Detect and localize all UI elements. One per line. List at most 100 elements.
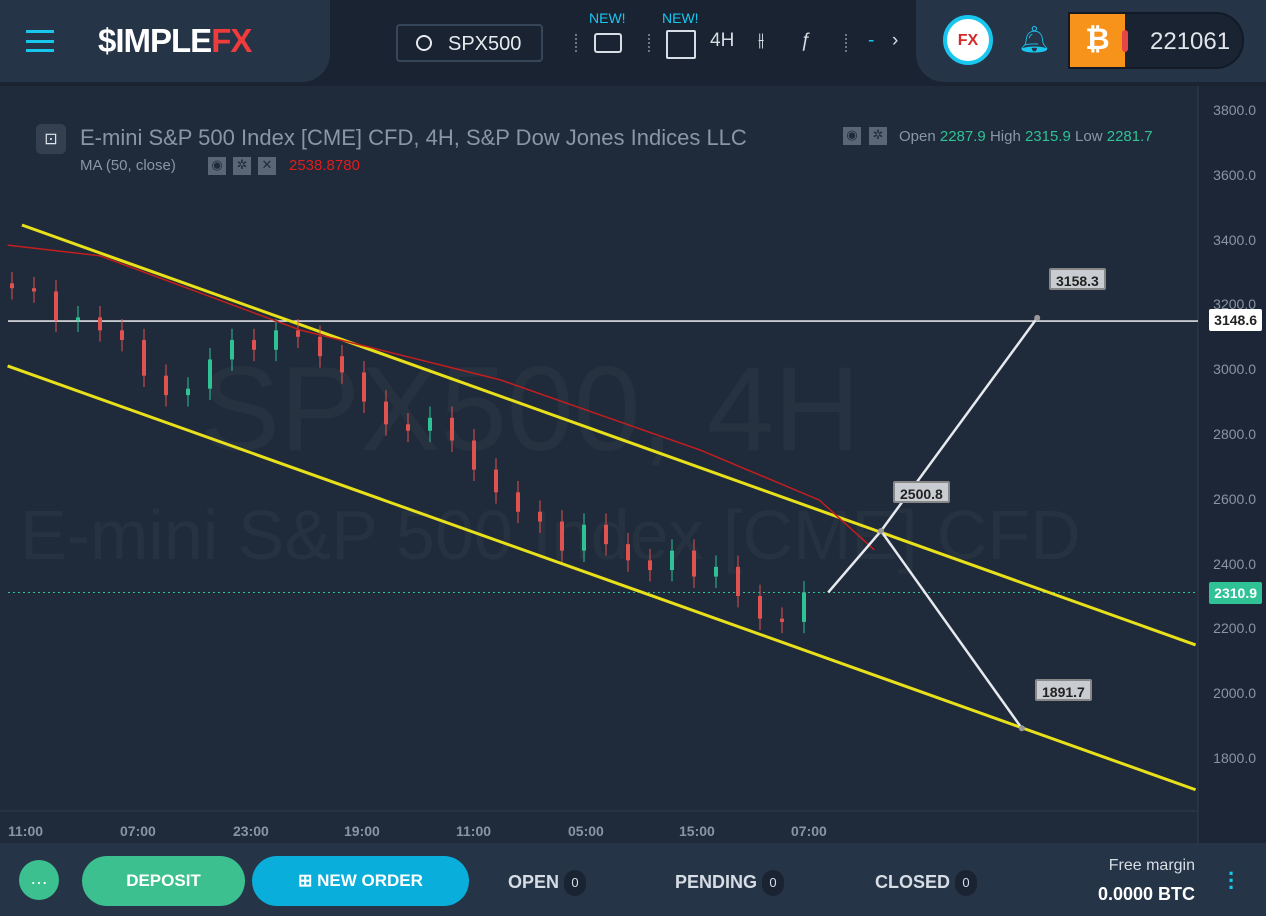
bar-style-icon[interactable]: ⫲ bbox=[758, 30, 764, 52]
camera-icon[interactable] bbox=[594, 33, 622, 53]
indicators-icon[interactable]: ƒ bbox=[800, 30, 811, 52]
toolbar-separator bbox=[648, 34, 650, 52]
candle-body bbox=[54, 291, 58, 321]
logo-text-accent: FX bbox=[211, 22, 252, 59]
tab-closed[interactable]: CLOSED 0 bbox=[875, 870, 978, 896]
candle-body bbox=[626, 544, 630, 561]
layout-icon[interactable] bbox=[666, 30, 696, 59]
more-menu-icon[interactable]: · · · bbox=[1228, 863, 1235, 899]
count-badge: 0 bbox=[564, 870, 587, 896]
new-badge: NEW! bbox=[662, 10, 699, 26]
candle-body bbox=[538, 511, 542, 522]
low-value: 2281.7 bbox=[1106, 128, 1153, 145]
candle-body bbox=[318, 336, 322, 357]
price-axis bbox=[1198, 86, 1266, 843]
bitcoin-icon: ₿ bbox=[1070, 14, 1125, 67]
price-tick: 2200.0 bbox=[1213, 620, 1256, 637]
gear-icon[interactable]: ✲ bbox=[869, 127, 887, 145]
candle-body bbox=[780, 618, 784, 622]
ma-line bbox=[7, 244, 875, 551]
symbol-search[interactable]: SPX500 bbox=[396, 24, 543, 62]
chevron-right-icon[interactable]: › bbox=[892, 30, 898, 52]
account-avatar[interactable]: FX bbox=[943, 15, 993, 65]
gear-icon[interactable]: ✲ bbox=[233, 157, 251, 175]
projection-point bbox=[1034, 314, 1041, 321]
menu-icon[interactable] bbox=[26, 30, 54, 52]
chat-icon[interactable]: … bbox=[19, 860, 59, 900]
candle-body bbox=[252, 340, 256, 350]
search-icon bbox=[416, 35, 432, 51]
high-label: High bbox=[989, 128, 1021, 145]
eye-icon[interactable]: ◉ bbox=[843, 127, 861, 145]
chart-title: E-mini S&P 500 Index [CME] CFD, 4H, S&P … bbox=[80, 125, 747, 150]
interval-button[interactable]: 4H bbox=[710, 30, 734, 52]
candle-body bbox=[472, 440, 476, 470]
avatar-text: FX bbox=[957, 32, 979, 49]
deposit-button[interactable]: DEPOSIT bbox=[82, 856, 245, 906]
count-badge: 0 bbox=[955, 870, 978, 896]
time-tick: 07:00 bbox=[120, 823, 156, 839]
candle-body bbox=[230, 340, 234, 360]
candle-body bbox=[494, 469, 498, 493]
price-tick: 3600.0 bbox=[1213, 166, 1256, 183]
new-badge: NEW! bbox=[589, 10, 626, 26]
candle-body bbox=[98, 317, 102, 331]
projection-point bbox=[1018, 725, 1025, 732]
toolbar-separator bbox=[845, 34, 847, 52]
price-tick: 2600.0 bbox=[1213, 490, 1256, 507]
price-tick: 1800.0 bbox=[1213, 750, 1256, 766]
low-label: Low bbox=[1075, 128, 1103, 145]
logo-text: $IMPLE bbox=[98, 22, 212, 59]
eye-icon[interactable]: ◉ bbox=[208, 157, 226, 175]
horizontal-level-label: 3148.6 bbox=[1209, 309, 1262, 331]
candle-body bbox=[450, 417, 454, 441]
balance-widget[interactable]: ₿ 221061 bbox=[1068, 12, 1244, 69]
balance-value: 221061 bbox=[1150, 28, 1231, 55]
candle-body bbox=[560, 521, 564, 551]
tab-open[interactable]: OPEN 0 bbox=[508, 870, 587, 896]
candle-body bbox=[648, 560, 652, 571]
channel-lower-line bbox=[7, 364, 1197, 792]
price-tick: 2400.0 bbox=[1213, 555, 1256, 572]
target-label-mid: 2500.8 bbox=[893, 481, 950, 503]
candle-body bbox=[736, 566, 740, 596]
candle-body bbox=[670, 550, 674, 571]
candle-body bbox=[274, 330, 278, 350]
candle-body bbox=[120, 330, 124, 341]
candle-body bbox=[186, 388, 190, 396]
projection-down-line bbox=[879, 530, 1023, 730]
candle-body bbox=[758, 596, 762, 619]
simplefx-logo[interactable]: $IMPLEFX bbox=[98, 22, 252, 60]
target-label-up: 3158.3 bbox=[1049, 268, 1106, 290]
tab-pending[interactable]: PENDING 0 bbox=[675, 870, 785, 896]
time-tick: 11:00 bbox=[456, 823, 492, 839]
toolbar-separator bbox=[575, 34, 577, 52]
close-icon[interactable]: ✕ bbox=[258, 157, 276, 175]
candle-body bbox=[604, 524, 608, 545]
bell-icon[interactable]: 🔔︎ bbox=[1018, 24, 1051, 54]
free-margin-value: 0.0000 BTC bbox=[1097, 884, 1195, 904]
price-chart[interactable] bbox=[0, 86, 1266, 843]
ma-value: 2538.8780 bbox=[289, 157, 360, 174]
candle-body bbox=[340, 356, 344, 373]
symbol-info-icon[interactable]: ⊡ bbox=[36, 124, 66, 154]
candle-body bbox=[428, 417, 432, 431]
tab-label: OPEN bbox=[508, 871, 560, 892]
tab-label: PENDING bbox=[675, 871, 758, 892]
candle-body bbox=[384, 401, 388, 425]
new-order-icon: ⊞ bbox=[298, 871, 318, 890]
open-label: Open bbox=[899, 128, 936, 145]
candle-body bbox=[10, 283, 14, 289]
ma-label: MA (50, close) bbox=[80, 157, 176, 174]
new-order-label: NEW ORDER bbox=[317, 871, 423, 890]
time-tick: 19:00 bbox=[344, 823, 380, 839]
candle-body bbox=[76, 317, 80, 321]
drawing-tool-icon[interactable]: - bbox=[868, 30, 874, 52]
time-tick: 15:00 bbox=[679, 823, 715, 839]
price-tick: 3800.0 bbox=[1213, 102, 1256, 118]
candle-body bbox=[802, 592, 806, 622]
price-tick: 3400.0 bbox=[1213, 231, 1256, 248]
current-price-label: 2310.9 bbox=[1209, 582, 1262, 604]
new-order-button[interactable]: ⊞ NEW ORDER bbox=[252, 856, 469, 906]
target-label-down: 1891.7 bbox=[1035, 679, 1092, 701]
